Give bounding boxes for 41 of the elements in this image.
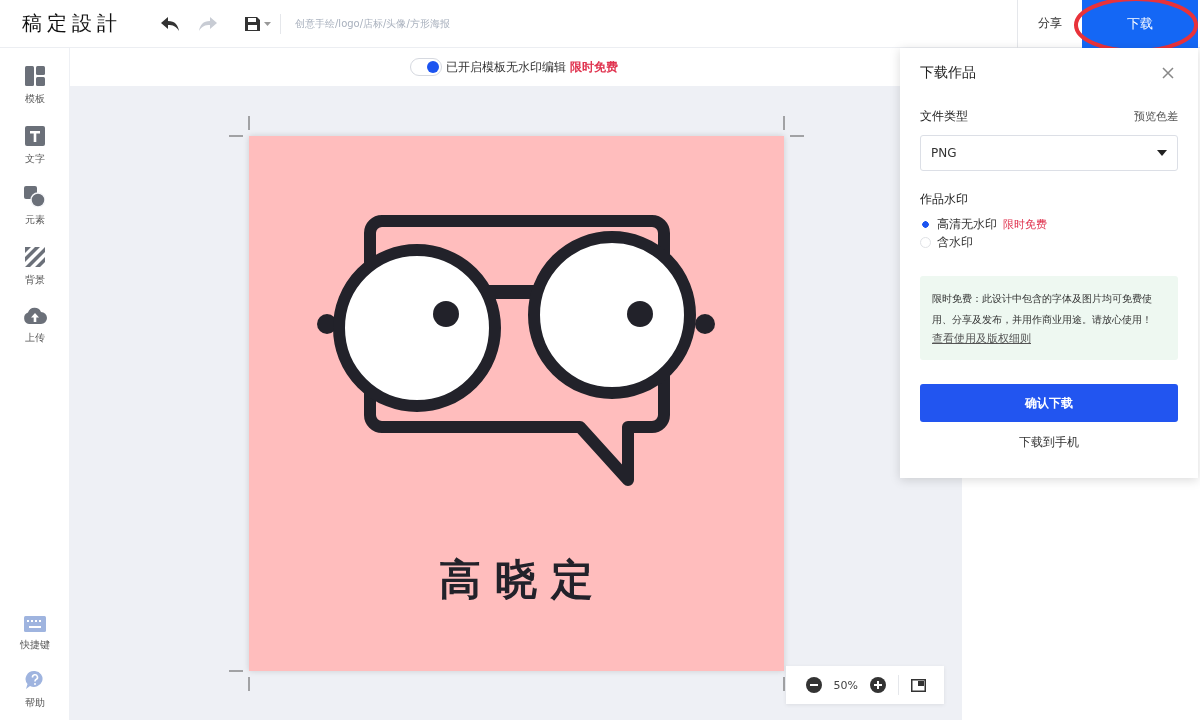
cloud-upload-icon — [22, 307, 47, 325]
zoom-in-icon[interactable] — [870, 677, 886, 693]
sidebar-item[interactable]: 模板 — [24, 66, 45, 106]
layout-icon — [24, 66, 45, 86]
zoom-out-icon[interactable] — [805, 677, 822, 693]
download-to-phone-link[interactable]: 下载到手机 — [1019, 434, 1079, 451]
sidebar-item[interactable]: 元素 — [24, 186, 45, 227]
minimap-icon[interactable] — [911, 678, 926, 692]
undo-icon[interactable] — [160, 15, 180, 32]
free-offer-label: 限时免费 — [570, 58, 618, 76]
save-icon[interactable] — [244, 15, 272, 32]
close-icon[interactable] — [1162, 67, 1174, 79]
text-icon — [24, 126, 45, 146]
notice-text: 限时免费：此设计中包含的字体及图片均可免费使用、分享及发布，并用作商业用途。请放心使用！ — [932, 292, 1153, 327]
sidebar-item[interactable]: 快捷键 — [19, 616, 50, 652]
watermark-label: 作品水印 — [920, 191, 969, 208]
caret-icon — [1157, 150, 1167, 156]
terms-link[interactable]: 查看使用及版权细则 — [932, 332, 1031, 346]
panel-title: 下载作品 — [920, 64, 976, 82]
sidebar-item[interactable]: 上传 — [22, 307, 47, 345]
artwork-title: 高晓定 — [438, 553, 607, 606]
artboard[interactable]: 高晓定 — [248, 135, 784, 671]
watermark-toggle[interactable] — [410, 58, 442, 76]
keyboard-icon — [23, 616, 46, 632]
zoom-level: 50% — [833, 678, 858, 692]
preview-link[interactable]: 预览色差 — [1134, 109, 1178, 124]
option-label[interactable]: 高清无水印 — [937, 215, 997, 233]
shapes-icon — [24, 186, 45, 207]
logo[interactable]: 稿定設計 — [22, 10, 142, 37]
share-button[interactable]: 分享 — [1018, 15, 1082, 32]
free-offer-label: 限时免费 — [1003, 216, 1047, 232]
sidebar-item[interactable]: 背景 — [24, 247, 45, 287]
stripes-icon — [24, 247, 45, 267]
file-type-label: 文件类型 — [920, 108, 968, 125]
file-type-select[interactable]: PNG — [920, 135, 1178, 171]
sidebar-item[interactable]: 帮助 — [24, 670, 45, 710]
option-label[interactable]: 含水印 — [937, 233, 973, 251]
sidebar-item[interactable]: 文字 — [24, 126, 45, 166]
toggle-label: 已开启模板无水印编辑 — [446, 58, 566, 76]
confirm-download-button[interactable]: 确认下载 — [920, 384, 1178, 422]
help-icon — [24, 670, 45, 690]
